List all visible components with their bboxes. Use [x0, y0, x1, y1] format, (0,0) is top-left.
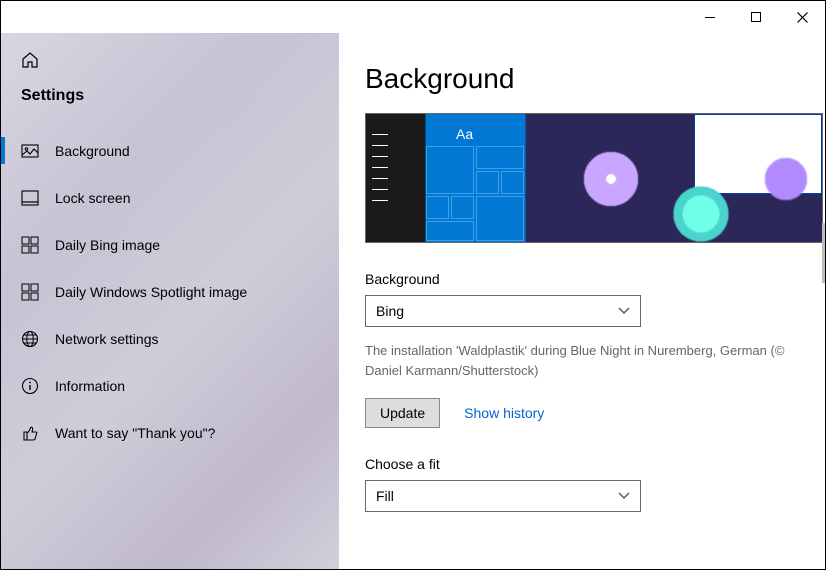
thumbsup-icon	[21, 424, 39, 442]
image-caption: The installation 'Waldplastik' during Bl…	[365, 341, 799, 380]
globe-icon	[21, 330, 39, 348]
grid-icon	[21, 283, 39, 301]
dropdown-value: Bing	[376, 303, 404, 319]
sidebar-item-label: Daily Windows Spotlight image	[55, 284, 247, 300]
sidebar-item-label: Background	[55, 143, 130, 159]
info-icon	[21, 377, 39, 395]
sidebar-item-network[interactable]: Network settings	[1, 315, 339, 362]
desktop-preview: Aa	[365, 113, 823, 243]
update-button[interactable]: Update	[365, 398, 440, 428]
sidebar-item-label: Network settings	[55, 331, 158, 347]
sidebar: Settings Background Lock screen Daily Bi…	[1, 33, 339, 569]
sidebar-item-information[interactable]: Information	[1, 362, 339, 409]
titlebar	[1, 1, 825, 33]
fit-label: Choose a fit	[365, 456, 799, 472]
chevron-down-icon	[618, 489, 630, 503]
sample-text: Aa	[456, 126, 473, 142]
background-dropdown[interactable]: Bing	[365, 295, 641, 327]
sidebar-item-thanks[interactable]: Want to say "Thank you"?	[1, 409, 339, 456]
preview-decor	[756, 149, 816, 209]
home-button[interactable]	[1, 51, 339, 77]
chevron-down-icon	[618, 304, 630, 318]
sidebar-item-label: Information	[55, 378, 125, 394]
preview-decor	[576, 144, 646, 214]
maximize-button[interactable]	[733, 1, 779, 33]
grid-icon	[21, 236, 39, 254]
preview-decor	[666, 184, 736, 243]
content-area: Background Aa	[339, 33, 825, 569]
image-icon	[21, 142, 39, 160]
preview-tiles: Aa	[426, 114, 526, 243]
preview-taskbar-ticks	[372, 124, 388, 211]
dropdown-value: Fill	[376, 488, 394, 504]
minimize-button[interactable]	[687, 1, 733, 33]
close-button[interactable]	[779, 1, 825, 33]
scrollbar[interactable]	[822, 223, 825, 283]
show-history-link[interactable]: Show history	[464, 405, 544, 421]
sidebar-item-label: Daily Bing image	[55, 237, 160, 253]
settings-window: Settings Background Lock screen Daily Bi…	[0, 0, 826, 570]
home-icon	[21, 51, 39, 69]
fit-dropdown[interactable]: Fill	[365, 480, 641, 512]
sidebar-item-background[interactable]: Background	[1, 127, 339, 174]
lockscreen-icon	[21, 189, 39, 207]
sidebar-item-bing[interactable]: Daily Bing image	[1, 221, 339, 268]
sidebar-item-label: Want to say "Thank you"?	[55, 425, 215, 441]
background-label: Background	[365, 271, 799, 287]
page-title: Background	[365, 63, 799, 95]
sidebar-item-spotlight[interactable]: Daily Windows Spotlight image	[1, 268, 339, 315]
sidebar-item-lockscreen[interactable]: Lock screen	[1, 174, 339, 221]
settings-label: Settings	[1, 77, 339, 127]
sidebar-item-label: Lock screen	[55, 190, 130, 206]
